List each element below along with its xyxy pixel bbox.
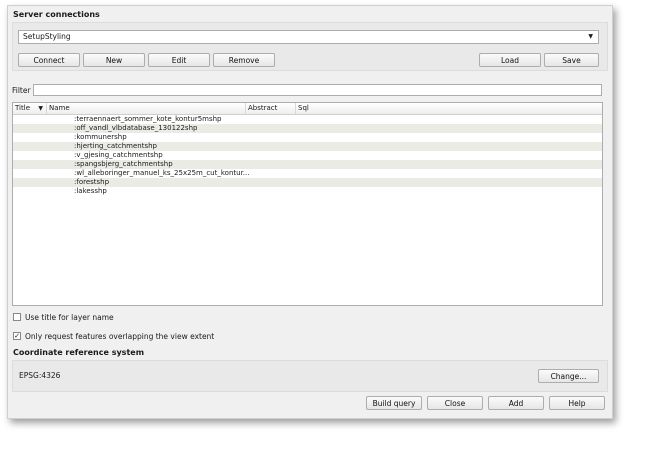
layer-name-cell: :hjerting_catchmentshp <box>74 142 157 150</box>
change-crs-button[interactable]: Change... <box>538 369 599 383</box>
server-connections-title: Server connections <box>13 10 100 19</box>
chevron-down-icon: ▼ <box>588 33 593 40</box>
connection-combobox-value: SetupStyling <box>23 32 71 41</box>
layer-name-cell: :lakesshp <box>74 187 107 195</box>
new-button[interactable]: New <box>83 53 145 67</box>
layer-name-cell: :v_gjesing_catchmentshp <box>74 151 163 159</box>
add-wfs-layer-dialog: Server connections SetupStyling ▼ Connec… <box>7 5 613 419</box>
table-row[interactable]: :kommunershp <box>13 133 602 142</box>
column-header-abstract[interactable]: Abstract <box>246 103 296 114</box>
table-row[interactable]: :v_gjesing_catchmentshp <box>13 151 602 160</box>
close-button[interactable]: Close <box>427 396 483 410</box>
add-button[interactable]: Add <box>488 396 544 410</box>
column-header-name[interactable]: Name <box>47 103 246 114</box>
only-request-label: Only request features overlapping the vi… <box>25 332 215 341</box>
filter-input[interactable] <box>33 84 602 96</box>
table-row[interactable]: :off_vandl_vlbdatabase_130122shp <box>13 124 602 133</box>
load-button[interactable]: Load <box>479 53 541 67</box>
crs-value: EPSG:4326 <box>19 371 61 380</box>
layer-name-cell: :terraennaert_sommer_kote_kontur5mshp <box>74 115 222 123</box>
connect-button[interactable]: Connect <box>18 53 80 67</box>
use-title-checkbox[interactable] <box>13 313 21 321</box>
crs-group: EPSG:4326 Change... <box>12 360 608 392</box>
filter-label: Filter <box>12 86 31 95</box>
only-request-checkbox[interactable]: ✓ <box>13 332 21 340</box>
table-row[interactable]: :hjerting_catchmentshp <box>13 142 602 151</box>
table-row[interactable]: :forestshp <box>13 178 602 187</box>
save-button[interactable]: Save <box>544 53 599 67</box>
layer-name-cell: :spangsbjerg_catchmentshp <box>74 160 173 168</box>
table-header: Title ▼ Name Abstract Sql <box>13 103 602 115</box>
layers-table[interactable]: Title ▼ Name Abstract Sql :terraennaert_… <box>12 102 603 306</box>
edit-button[interactable]: Edit <box>148 53 210 67</box>
build-query-button[interactable]: Build query <box>366 396 422 410</box>
column-header-title[interactable]: Title ▼ <box>13 103 47 114</box>
help-button[interactable]: Help <box>549 396 605 410</box>
layer-name-cell: :wl_alleboringer_manuel_ks_25x25m_cut_ko… <box>74 169 250 177</box>
column-header-sql[interactable]: Sql <box>296 103 602 114</box>
remove-button[interactable]: Remove <box>213 53 275 67</box>
table-row[interactable]: :terraennaert_sommer_kote_kontur5mshp <box>13 115 602 124</box>
table-row[interactable]: :wl_alleboringer_manuel_ks_25x25m_cut_ko… <box>13 169 602 178</box>
layer-name-cell: :forestshp <box>74 178 110 186</box>
sort-down-icon: ▼ <box>38 105 43 112</box>
table-row[interactable]: :lakesshp <box>13 187 602 196</box>
layer-name-cell: :kommunershp <box>74 133 127 141</box>
connection-combobox[interactable]: SetupStyling ▼ <box>18 30 599 44</box>
table-row[interactable]: :spangsbjerg_catchmentshp <box>13 160 602 169</box>
layer-name-cell: :off_vandl_vlbdatabase_130122shp <box>74 124 198 132</box>
use-title-label: Use title for layer name <box>25 313 114 322</box>
crs-title: Coordinate reference system <box>13 348 145 357</box>
server-connections-group: SetupStyling ▼ Connect New Edit Remove L… <box>12 22 608 71</box>
checkmark-icon: ✓ <box>14 332 20 340</box>
